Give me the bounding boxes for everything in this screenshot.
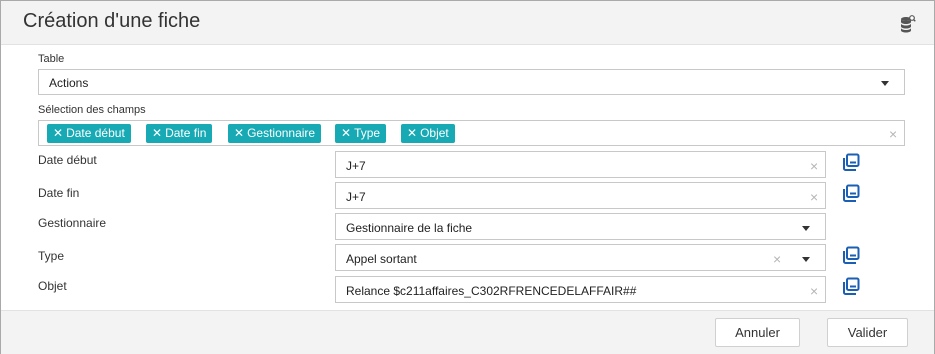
submit-button[interactable]: Valider	[827, 318, 908, 347]
tag-remove-icon[interactable]: ✕	[407, 126, 417, 140]
tag-remove-icon[interactable]: ✕	[341, 126, 351, 140]
tag-label: Date début	[66, 126, 125, 140]
dialog-header: Création d'une fiche	[1, 1, 934, 45]
table-select-value: Actions	[49, 76, 89, 90]
type-label: Type	[38, 249, 65, 263]
type-value: Appel sortant	[346, 252, 417, 266]
tag-remove-icon[interactable]: ✕	[234, 126, 244, 140]
clear-icon[interactable]: ×	[810, 159, 818, 173]
clear-icon[interactable]: ×	[810, 284, 818, 298]
copy-icon[interactable]	[842, 153, 860, 171]
tag-type: ✕ Type	[335, 124, 387, 143]
database-search-icon[interactable]	[900, 15, 916, 33]
objet-label: Objet	[38, 279, 67, 293]
date-debut-label: Date début	[38, 153, 97, 167]
tag-label: Date fin	[165, 126, 207, 140]
tag-gestionnaire: ✕ Gestionnaire	[228, 124, 322, 143]
copy-icon[interactable]	[842, 246, 860, 264]
tag-date-debut: ✕ Date début	[47, 124, 131, 143]
chevron-down-icon	[881, 81, 889, 86]
date-fin-value: J+7	[346, 190, 366, 204]
dialog-footer: Annuler Valider	[1, 310, 934, 354]
tag-remove-icon[interactable]: ✕	[53, 126, 63, 140]
objet-field[interactable]: Relance $c211affaires_C302RFRENCEDELAFFA…	[335, 276, 826, 303]
date-debut-value: J+7	[346, 159, 366, 173]
clear-all-icon[interactable]: ×	[889, 127, 897, 141]
gestionnaire-value: Gestionnaire de la fiche	[346, 221, 473, 235]
cancel-button[interactable]: Annuler	[715, 318, 800, 347]
table-select[interactable]: Actions	[38, 69, 905, 95]
fields-selection-input[interactable]: ✕ Date début ✕ Date fin ✕ Gestionnaire ✕ Typ…	[38, 120, 905, 146]
clear-icon[interactable]: ×	[773, 252, 781, 266]
clear-icon[interactable]: ×	[810, 190, 818, 204]
copy-icon[interactable]	[842, 277, 860, 295]
date-fin-field[interactable]: J+7 ×	[335, 182, 826, 209]
chevron-down-icon	[802, 226, 810, 231]
type-select[interactable]: Appel sortant ×	[335, 244, 826, 271]
copy-icon[interactable]	[842, 184, 860, 202]
gestionnaire-select[interactable]: Gestionnaire de la fiche	[335, 213, 826, 240]
fields-selection-label: Sélection des champs	[38, 104, 146, 116]
create-record-dialog: Création d'une fiche Table Actions Sélec…	[0, 0, 935, 354]
tag-label: Objet	[420, 126, 449, 140]
date-fin-label: Date fin	[38, 186, 80, 200]
tag-remove-icon[interactable]: ✕	[152, 126, 162, 140]
tag-objet: ✕ Objet	[401, 124, 455, 143]
date-debut-field[interactable]: J+7 ×	[335, 151, 826, 178]
objet-value: Relance $c211affaires_C302RFRENCEDELAFFA…	[346, 284, 637, 298]
table-label: Table	[38, 53, 65, 65]
tag-label: Type	[354, 126, 381, 140]
tag-date-fin: ✕ Date fin	[146, 124, 213, 143]
chevron-down-icon	[802, 257, 810, 262]
dialog-title: Création d'une fiche	[23, 10, 201, 32]
gestionnaire-label: Gestionnaire	[38, 216, 107, 230]
tag-label: Gestionnaire	[247, 126, 316, 140]
